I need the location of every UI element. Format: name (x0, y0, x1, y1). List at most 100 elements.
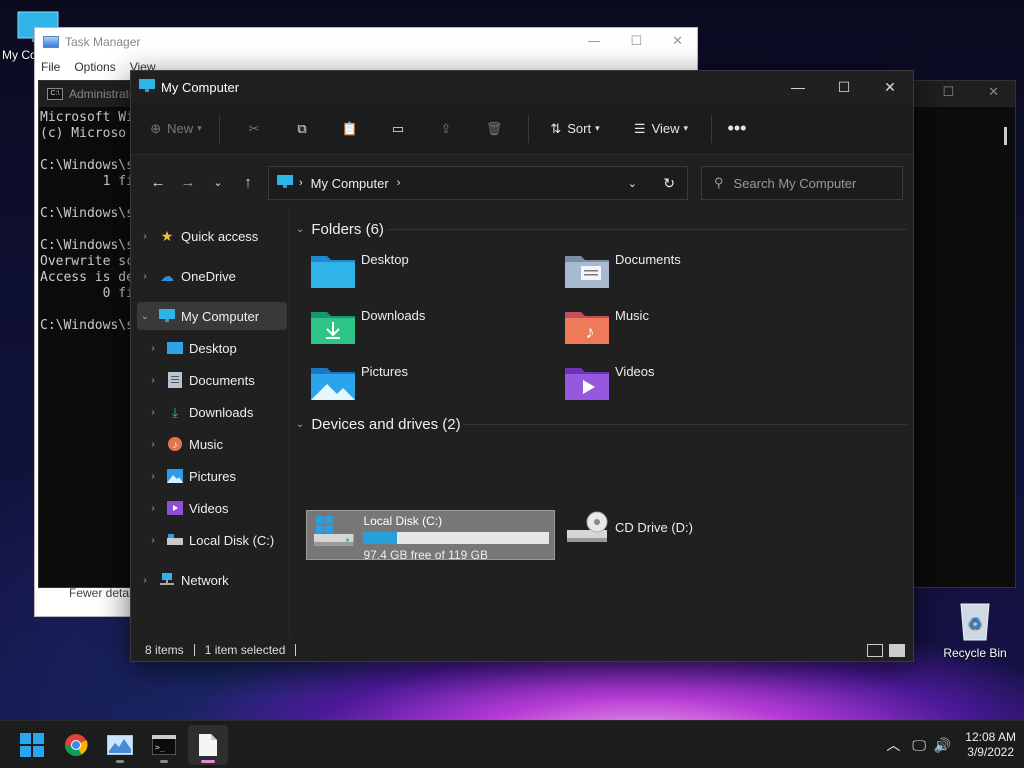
search-icon: ⚲ (714, 175, 724, 190)
nav-item-local-disk[interactable]: › Local Disk (C:) (145, 526, 285, 554)
view-button[interactable]: ☰ View ▾ (621, 112, 701, 146)
nav-label: Downloads (189, 404, 254, 420)
back-button[interactable]: ← (143, 174, 173, 191)
new-button[interactable]: ⊕ New ▾ (143, 112, 209, 146)
share-button[interactable]: ⇪ (422, 112, 470, 146)
start-button[interactable] (12, 725, 52, 765)
drive-name: Local Disk (C:) (363, 514, 443, 528)
chevron-right-icon[interactable]: › (145, 503, 161, 514)
chevron-right-icon[interactable]: › (145, 439, 161, 450)
nav-item-documents[interactable]: › Documents (145, 366, 285, 394)
console-scrollbar[interactable] (1004, 127, 1007, 145)
folder-tile-desktop[interactable]: Desktop (311, 252, 409, 288)
search-box[interactable]: ⚲ Search My Computer (701, 166, 903, 200)
breadcrumb-my-computer[interactable]: My Computer (311, 176, 389, 191)
breadcrumb-chevron-icon[interactable]: › (299, 177, 303, 189)
menu-options[interactable]: Options (74, 60, 115, 74)
up-button[interactable]: ↑ (233, 174, 263, 191)
address-dropdown-icon[interactable]: ⌄ (628, 177, 637, 190)
cd-drive-icon (567, 511, 608, 542)
nav-item-my-computer[interactable]: ⌄ My Computer (137, 302, 287, 330)
details-view-icon[interactable] (867, 644, 883, 657)
minimize-button[interactable]: — (775, 71, 821, 103)
taskbar-file[interactable] (188, 725, 228, 765)
running-indicator (116, 760, 124, 763)
drive-tile-local-disk[interactable]: Local Disk (C:) 97.4 GB free of 119 GB (306, 510, 555, 562)
minimize-icon[interactable]: — (587, 34, 600, 49)
folder-tile-documents[interactable]: Documents (565, 252, 681, 288)
clock[interactable]: 12:08 AM 3/9/2022 (965, 730, 1016, 760)
folder-tile-downloads[interactable]: Downloads (311, 308, 425, 344)
chevron-right-icon[interactable]: › (145, 343, 161, 354)
nav-item-quick-access[interactable]: › ★ Quick access (137, 222, 287, 250)
nav-item-pictures[interactable]: › Pictures (145, 462, 285, 490)
forward-button[interactable]: → (173, 174, 203, 191)
plus-circle-icon: ⊕ (150, 120, 162, 136)
chevron-down-icon[interactable]: ⌄ (137, 311, 153, 322)
toolbar-divider (711, 114, 712, 143)
taskbar-chrome[interactable] (56, 725, 96, 765)
desktop-icon-recycle-bin[interactable]: ♻ Recycle Bin (937, 598, 1013, 660)
chevron-right-icon[interactable]: › (137, 231, 153, 242)
rename-button[interactable]: ▭ (374, 112, 422, 146)
folder-label: Videos (615, 364, 655, 379)
sort-button[interactable]: ⇅ Sort ▾ (539, 112, 611, 146)
nav-label: Videos (189, 500, 229, 516)
large-icons-view-icon[interactable] (889, 644, 905, 657)
close-button[interactable]: ✕ (867, 71, 913, 103)
refresh-icon[interactable]: ↻ (663, 175, 675, 192)
window-title: My Computer (161, 79, 240, 95)
folder-tile-pictures[interactable]: Pictures (311, 364, 408, 400)
nav-item-downloads[interactable]: › ⤓ Downloads (145, 398, 285, 426)
close-icon[interactable]: ✕ (988, 85, 999, 100)
devices-group-header[interactable]: ⌄ Devices and drives (2) (296, 416, 461, 433)
copy-button[interactable]: ⧉ (278, 112, 326, 146)
cut-button[interactable]: ✂ (230, 112, 278, 146)
chevron-right-icon[interactable]: › (145, 471, 161, 482)
nav-label: Desktop (189, 340, 237, 356)
show-hidden-icons[interactable]: ︿ (886, 735, 900, 755)
maximize-icon[interactable]: ☐ (630, 34, 642, 49)
pane-splitter[interactable] (289, 208, 290, 638)
new-label: New (167, 121, 194, 136)
group-title: Devices and drives (2) (311, 416, 461, 433)
terminal-icon: >_ (152, 735, 176, 755)
search-placeholder: Search My Computer (733, 175, 857, 191)
copy-icon: ⧉ (297, 120, 307, 136)
close-icon[interactable]: ✕ (672, 34, 683, 49)
star-icon: ★ (160, 227, 174, 244)
chevron-right-icon[interactable]: › (137, 271, 153, 282)
delete-button[interactable]: 🗑 (470, 112, 518, 146)
nav-item-videos[interactable]: › Videos (145, 494, 285, 522)
maximize-icon[interactable]: ☐ (942, 85, 954, 100)
taskbar-terminal[interactable]: >_ (144, 725, 184, 765)
folder-tile-videos[interactable]: Videos (565, 364, 655, 400)
nav-item-network[interactable]: › Network (137, 566, 287, 594)
folder-tile-music[interactable]: ♪ Music (565, 308, 649, 344)
chevron-right-icon[interactable]: › (145, 375, 161, 386)
menu-file[interactable]: File (41, 60, 60, 74)
drive-tile-cd-drive[interactable]: CD Drive (D:) (565, 510, 693, 546)
folder-label: Documents (615, 252, 681, 267)
toolbar-divider (528, 114, 529, 143)
more-options-button[interactable]: ••• (722, 112, 752, 146)
chevron-right-icon[interactable]: › (137, 575, 153, 586)
nav-item-desktop[interactable]: › Desktop (145, 334, 285, 362)
network-icon[interactable]: 🖵 (912, 737, 926, 754)
taskbar-task-manager[interactable] (100, 725, 140, 765)
nav-item-onedrive[interactable]: › ☁ OneDrive (137, 262, 287, 290)
svg-text:>_: >_ (155, 743, 165, 752)
breadcrumb-chevron-icon[interactable]: › (397, 177, 401, 189)
volume-icon[interactable]: 🔊 (934, 737, 951, 754)
folders-group-header[interactable]: ⌄ Folders (6) (296, 221, 384, 238)
address-bar[interactable]: › My Computer › ⌄ ↻ (268, 166, 688, 200)
paste-button[interactable]: 📋 (326, 112, 374, 146)
taskbar: >_ ︿ 🖵 🔊 12:08 AM 3/9/2022 (0, 720, 1024, 768)
recent-locations-button[interactable]: ⌄ (203, 176, 233, 189)
fewer-details-link[interactable]: Fewer details (35, 586, 140, 600)
explorer-window[interactable]: My Computer — ☐ ✕ ⊕ New ▾ ✂ ⧉ 📋 ▭ ⇪ 🗑 ⇅ … (130, 70, 914, 662)
chevron-right-icon[interactable]: › (145, 407, 161, 418)
chevron-right-icon[interactable]: › (145, 535, 161, 546)
nav-item-music[interactable]: › ♪ Music (145, 430, 285, 458)
maximize-button[interactable]: ☐ (821, 71, 867, 103)
